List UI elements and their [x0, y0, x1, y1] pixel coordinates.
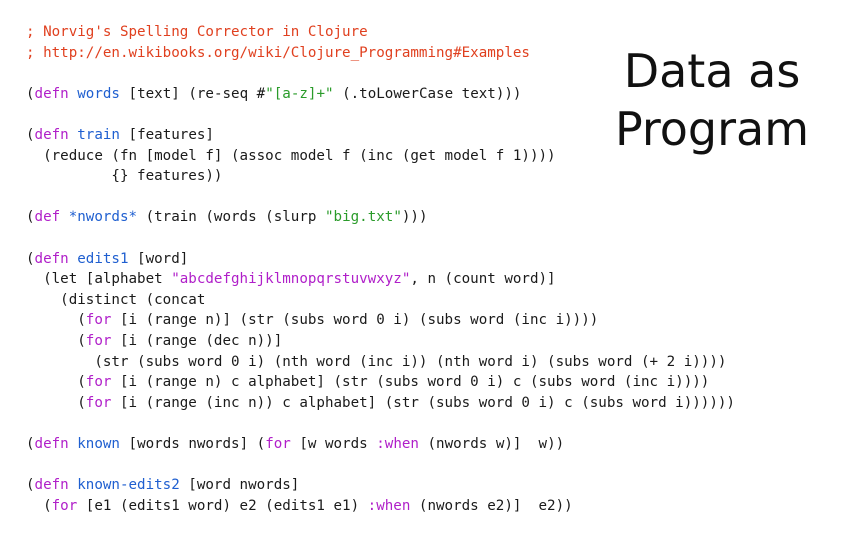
- code-token: [i (range n) c alphabet] (str (subs word…: [111, 374, 710, 391]
- code-line: (distinct (concat: [26, 290, 735, 311]
- code-token: (: [26, 209, 35, 226]
- code-token: :when: [376, 435, 419, 452]
- code-token: (: [26, 250, 35, 267]
- slide-title-line-2: Program: [614, 102, 810, 156]
- code-token: (: [26, 332, 86, 349]
- code-token: (nwords w)] w)): [418, 435, 565, 452]
- code-token: "abcdefghijklmnopqrstuvwxyz": [171, 271, 411, 288]
- code-token: [i (range n)] (str (subs word 0 i) (subs…: [111, 312, 599, 329]
- code-token: (str (subs word 0 i) (nth word (inc i)) …: [26, 353, 727, 370]
- code-token: {} features)): [26, 168, 223, 185]
- code-token: (: [26, 374, 86, 391]
- code-token: for: [85, 312, 112, 329]
- code-line: (for [i (range (inc n)) c alphabet] (str…: [26, 393, 735, 414]
- code-token: train: [77, 126, 120, 143]
- code-token: (: [26, 85, 35, 102]
- code-token: [word nwords]: [179, 477, 300, 494]
- slide-title: Data as Program: [612, 42, 812, 158]
- presentation-slide: ; Norvig's Spelling Corrector in Clojure…: [0, 0, 854, 555]
- code-token: defn: [34, 126, 69, 143]
- code-token: [w words: [290, 435, 377, 452]
- code-token: (: [26, 477, 35, 494]
- code-line: (let [alphabet "abcdefghijklmnopqrstuvwx…: [26, 269, 735, 290]
- code-token: def: [34, 209, 61, 226]
- code-token: (reduce (fn [model f] (assoc model f (in…: [26, 147, 556, 164]
- code-token: "[a-z]+": [265, 85, 334, 102]
- code-token: (: [26, 126, 35, 143]
- code-token: [words nwords] (: [119, 435, 266, 452]
- code-token: for: [265, 435, 291, 452]
- code-token: defn: [34, 250, 69, 267]
- code-token: ))): [401, 209, 428, 226]
- code-token: for: [85, 394, 112, 411]
- code-token: defn: [34, 477, 69, 494]
- code-line: (defn edits1 [word]: [26, 249, 735, 270]
- code-token: (.toLowerCase text))): [333, 85, 522, 102]
- code-line: (for [i (range n) c alphabet] (str (subs…: [26, 372, 735, 393]
- code-line: {} features)): [26, 166, 735, 187]
- code-token: (nwords e2)] e2)): [410, 497, 573, 514]
- code-token: [word]: [128, 250, 189, 267]
- code-token: for: [85, 374, 112, 391]
- code-token: for: [51, 497, 78, 514]
- code-token: (let [alphabet: [26, 271, 172, 288]
- code-token: (: [26, 497, 52, 514]
- code-token: (train (words (slurp: [137, 209, 325, 226]
- code-token: (: [26, 435, 35, 452]
- code-token: [i (range (inc n)) c alphabet] (str (sub…: [111, 394, 735, 411]
- code-line: (for [e1 (edits1 word) e2 (edits1 e1) :w…: [26, 496, 735, 517]
- code-token: (: [26, 312, 86, 329]
- code-line: (defn known [words nwords] (for [w words…: [26, 434, 735, 455]
- code-token: [i (range (dec n))]: [111, 332, 283, 349]
- code-token: *nwords*: [68, 209, 138, 226]
- code-line: ; Norvig's Spelling Corrector in Clojure: [26, 22, 735, 43]
- code-token: defn: [34, 85, 69, 102]
- code-token: "big.txt": [324, 209, 402, 226]
- code-token: edits1: [77, 250, 129, 267]
- code-token: [text] (re-seq #: [119, 85, 266, 102]
- code-token: words: [77, 85, 120, 102]
- code-token: defn: [34, 435, 69, 452]
- code-token: ; http://en.wikibooks.org/wiki/Clojure_P…: [26, 44, 530, 61]
- code-line: (def *nwords* (train (words (slurp "big.…: [26, 207, 735, 228]
- code-line: (defn known-edits2 [word nwords]: [26, 475, 735, 496]
- code-token: for: [85, 332, 112, 349]
- code-token: ; Norvig's Spelling Corrector in Clojure: [26, 24, 368, 40]
- code-token: [features]: [119, 126, 214, 143]
- code-line: (str (subs word 0 i) (nth word (inc i)) …: [26, 352, 735, 373]
- code-line: (for [i (range (dec n))]: [26, 331, 735, 352]
- code-token: :when: [367, 497, 411, 514]
- code-token: known: [77, 435, 120, 452]
- code-token: (distinct (concat: [26, 291, 206, 308]
- slide-title-line-1: Data as: [623, 44, 801, 98]
- code-token: , n (count word)]: [410, 271, 556, 288]
- code-line: (for [i (range n)] (str (subs word 0 i) …: [26, 310, 735, 331]
- code-token: [e1 (edits1 word) e2 (edits1 e1): [77, 497, 368, 514]
- code-token: known-edits2: [77, 477, 180, 494]
- code-token: (: [26, 394, 86, 411]
